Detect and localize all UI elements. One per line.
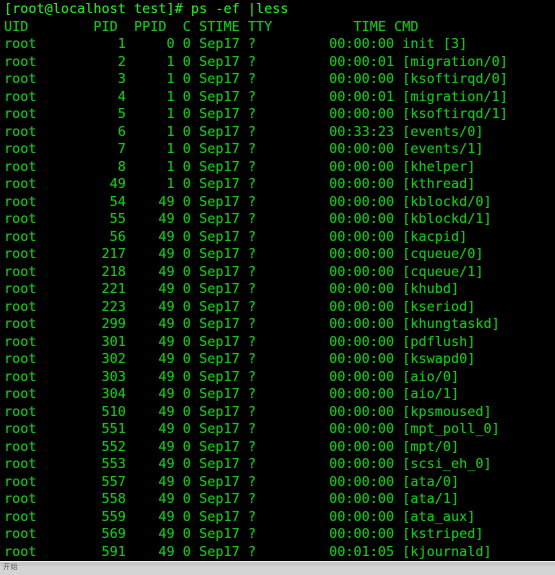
process-row: root 218 49 0 Sep17 ? 00:00:00 [cqueue/1… <box>4 263 484 280</box>
process-row: root 4 1 0 Sep17 ? 00:00:01 [migration/1… <box>4 88 508 105</box>
process-row: root 591 49 0 Sep17 ? 00:01:05 [kjournal… <box>4 543 492 560</box>
process-row: root 301 49 0 Sep17 ? 00:00:00 [pdflush] <box>4 333 476 350</box>
process-row: root 55 49 0 Sep17 ? 00:00:00 [kblockd/1… <box>4 211 492 227</box>
process-row: root 552 49 0 Sep17 ? 00:00:00 [mpt/0] <box>4 438 460 455</box>
process-row: root 8 1 0 Sep17 ? 00:00:00 [khelper] <box>4 158 476 175</box>
shell-prompt-line: [root@localhost test]# ps -ef |less <box>4 1 289 17</box>
taskbar-label: 开始 <box>3 563 18 571</box>
process-row: root 303 49 0 Sep17 ? 00:00:00 [aio/0] <box>4 368 460 385</box>
process-row: root 7 1 0 Sep17 ? 00:00:00 [events/1] <box>4 141 484 157</box>
process-row: root 2 1 0 Sep17 ? 00:00:01 [migration/0… <box>4 53 508 70</box>
window-bottom-chrome-inner <box>0 566 555 575</box>
process-row: root 569 49 0 Sep17 ? 00:00:00 [kstriped… <box>4 526 484 542</box>
process-row: root 5 1 0 Sep17 ? 00:00:00 [ksoftirqd/1… <box>4 106 508 122</box>
process-row: root 299 49 0 Sep17 ? 00:00:00 [khungtas… <box>4 316 500 332</box>
process-row: root 558 49 0 Sep17 ? 00:00:00 [ata/1] <box>4 491 460 507</box>
window-bottom-chrome: 开始 <box>0 561 555 575</box>
process-row: root 217 49 0 Sep17 ? 00:00:00 [cqueue/0… <box>4 246 484 262</box>
process-row: root 1 0 0 Sep17 ? 00:00:00 init [3] <box>4 36 468 52</box>
process-row: root 54 49 0 Sep17 ? 00:00:00 [kblockd/0… <box>4 193 492 210</box>
process-row: root 557 49 0 Sep17 ? 00:00:00 [ata/0] <box>4 473 460 490</box>
process-row: root 302 49 0 Sep17 ? 00:00:00 [kswapd0] <box>4 351 476 367</box>
process-row: root 510 49 0 Sep17 ? 00:00:00 [kpsmouse… <box>4 403 492 420</box>
process-row: root 49 1 0 Sep17 ? 00:00:00 [kthread] <box>4 176 476 192</box>
process-row: root 3 1 0 Sep17 ? 00:00:00 [ksoftirqd/0… <box>4 71 508 87</box>
terminal-screen[interactable]: [root@localhost test]# ps -ef |less UID … <box>0 0 555 575</box>
ps-table-body: root 1 0 0 Sep17 ? 00:00:00 init [3] root… <box>4 36 555 575</box>
terminal-window[interactable]: [root@localhost test]# ps -ef |less UID … <box>0 0 555 575</box>
process-row: root 553 49 0 Sep17 ? 00:00:00 [scsi_eh_… <box>4 456 492 472</box>
process-row: root 221 49 0 Sep17 ? 00:00:00 [khubd] <box>4 281 460 297</box>
process-row: root 551 49 0 Sep17 ? 00:00:00 [mpt_poll… <box>4 421 500 437</box>
process-row: root 223 49 0 Sep17 ? 00:00:00 [kseriod] <box>4 298 476 315</box>
process-row: root 6 1 0 Sep17 ? 00:33:23 [events/0] <box>4 123 484 140</box>
process-row: root 56 49 0 Sep17 ? 00:00:00 [kacpid] <box>4 228 468 245</box>
process-row: root 304 49 0 Sep17 ? 00:00:00 [aio/1] <box>4 386 460 402</box>
process-row: root 559 49 0 Sep17 ? 00:00:00 [ata_aux] <box>4 508 476 525</box>
ps-table-header: UID PID PPID C STIME TTY TIME CMD <box>4 18 419 35</box>
